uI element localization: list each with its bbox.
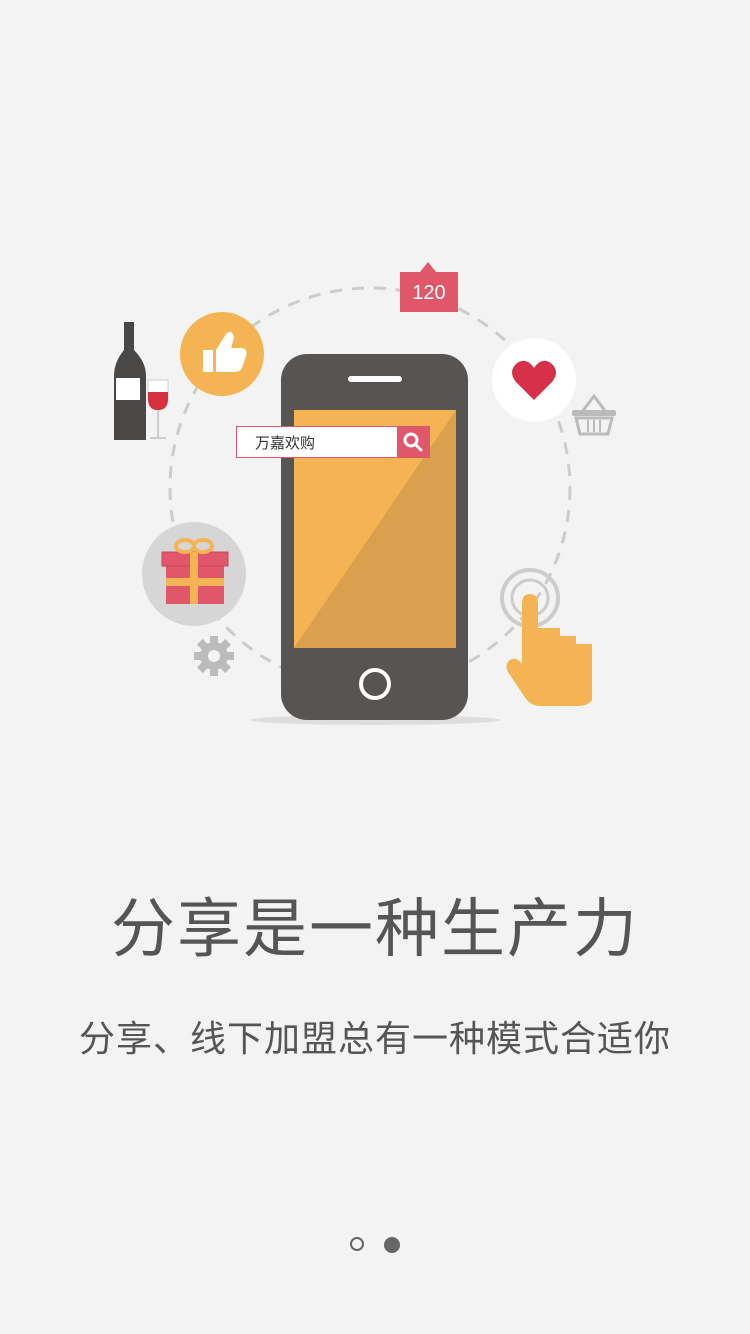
illustration-svg [114,262,616,725]
page-title: 分享是一种生产力 [111,893,639,967]
heart-icon [492,338,576,422]
basket-icon [572,393,616,436]
tap-hand-icon [500,568,592,706]
page-subtitle: 分享、线下加盟总有一种模式合适你 [78,1019,671,1060]
badge-count: 120 [412,282,446,304]
page-dot-2-active[interactable] [384,1237,400,1253]
thumbs-up-icon [180,312,264,396]
search-input-text: 万嘉欢购 [255,434,316,452]
search-button[interactable] [397,427,429,457]
gift-icon [142,522,246,626]
search-bar[interactable]: 万嘉欢购 [236,426,430,458]
page-dot-1[interactable] [350,1237,364,1251]
gear-icon [194,636,234,676]
search-icon [403,432,423,452]
wine-icon [114,322,169,440]
phone-icon [281,354,468,720]
page-indicator [0,1237,750,1257]
onboarding-illustration: 万嘉欢购 120 [0,0,750,760]
